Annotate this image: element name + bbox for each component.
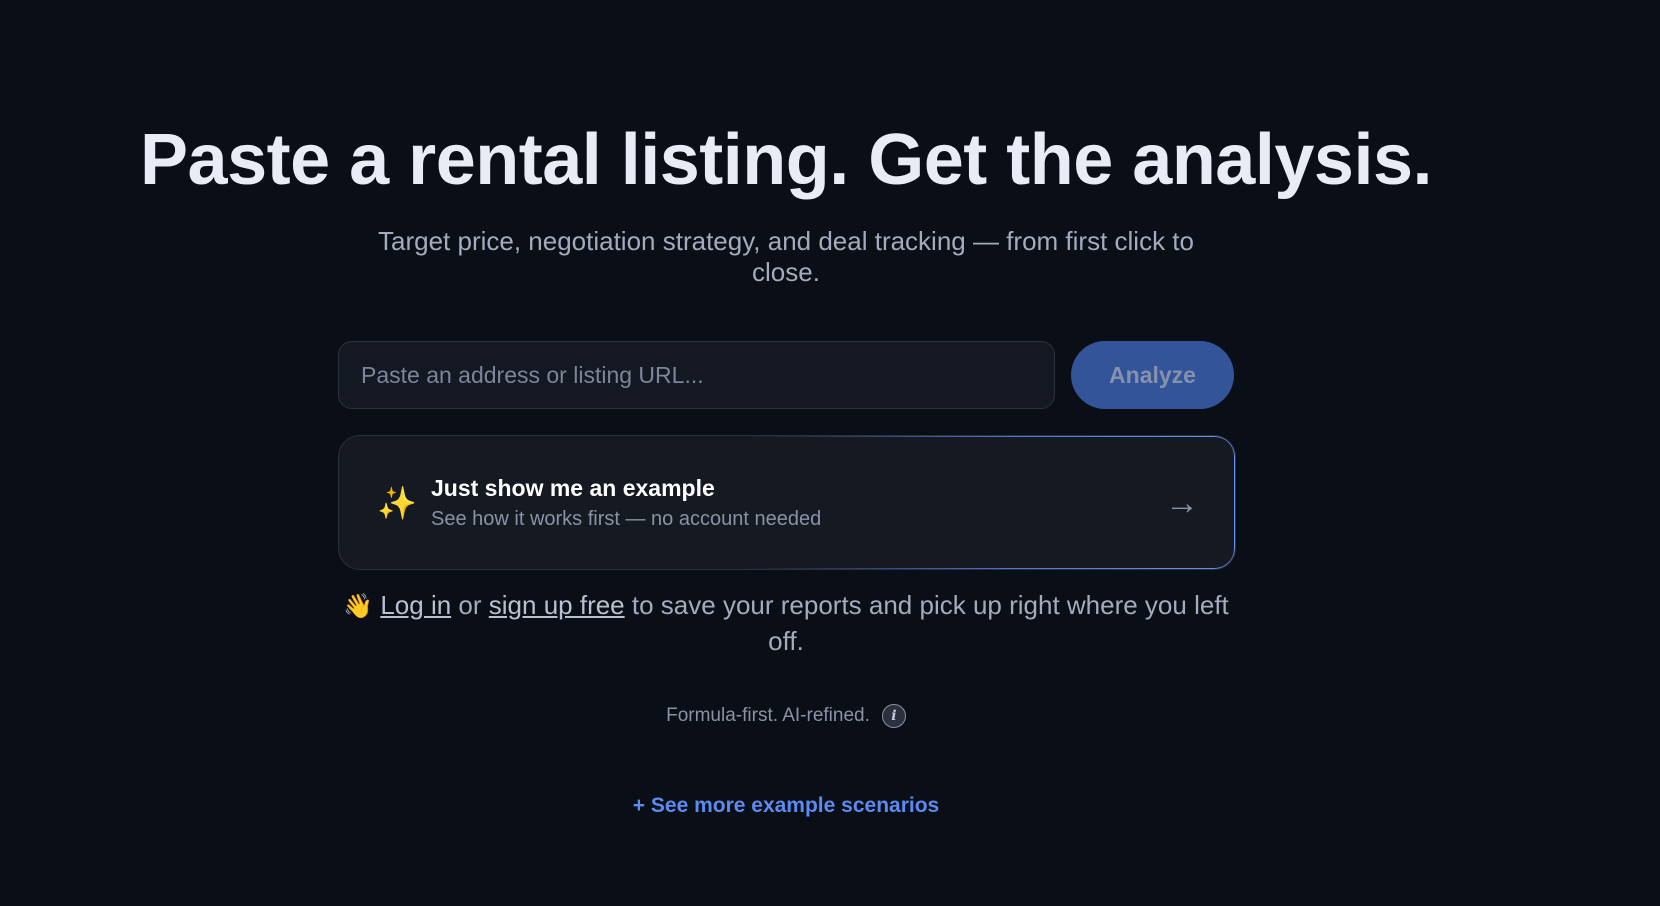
search-row: Analyze [338,341,1234,409]
see-more-scenarios-link[interactable]: + See more example scenarios [0,794,1572,818]
hero-subtitle: Target price, negotiation strategy, and … [378,226,1194,287]
example-text: Just show me an example See how it works… [431,475,1165,531]
example-card[interactable]: ✨ Just show me an example See how it wor… [338,435,1236,570]
login-link[interactable]: Log in [380,590,451,620]
analyze-button[interactable]: Analyze [1071,341,1234,409]
arrow-right-icon: → [1165,483,1199,522]
hero-title: Paste a rental listing. Get the analysis… [140,120,1433,200]
sparkles-icon: ✨ [377,484,417,521]
signup-link[interactable]: sign up free [489,590,625,620]
listing-url-input[interactable] [338,341,1055,409]
tagline: Formula-first. AI-refined. [666,705,870,726]
info-icon[interactable]: i [881,704,906,728]
auth-or-text: or [458,590,482,620]
tagline-row: Formula-first. AI-refined. i [0,704,1572,728]
landing-page: Paste a rental listing. Get the analysis… [0,0,1660,906]
auth-rest-text: to save your reports and pick up right w… [631,590,1229,656]
auth-prompt: 👋 Log in or sign up free to save your re… [338,588,1234,658]
example-title: Just show me an example [431,474,715,501]
waving-hand-icon: 👋 [343,593,374,620]
example-subtitle: See how it works first — no account need… [431,507,822,530]
